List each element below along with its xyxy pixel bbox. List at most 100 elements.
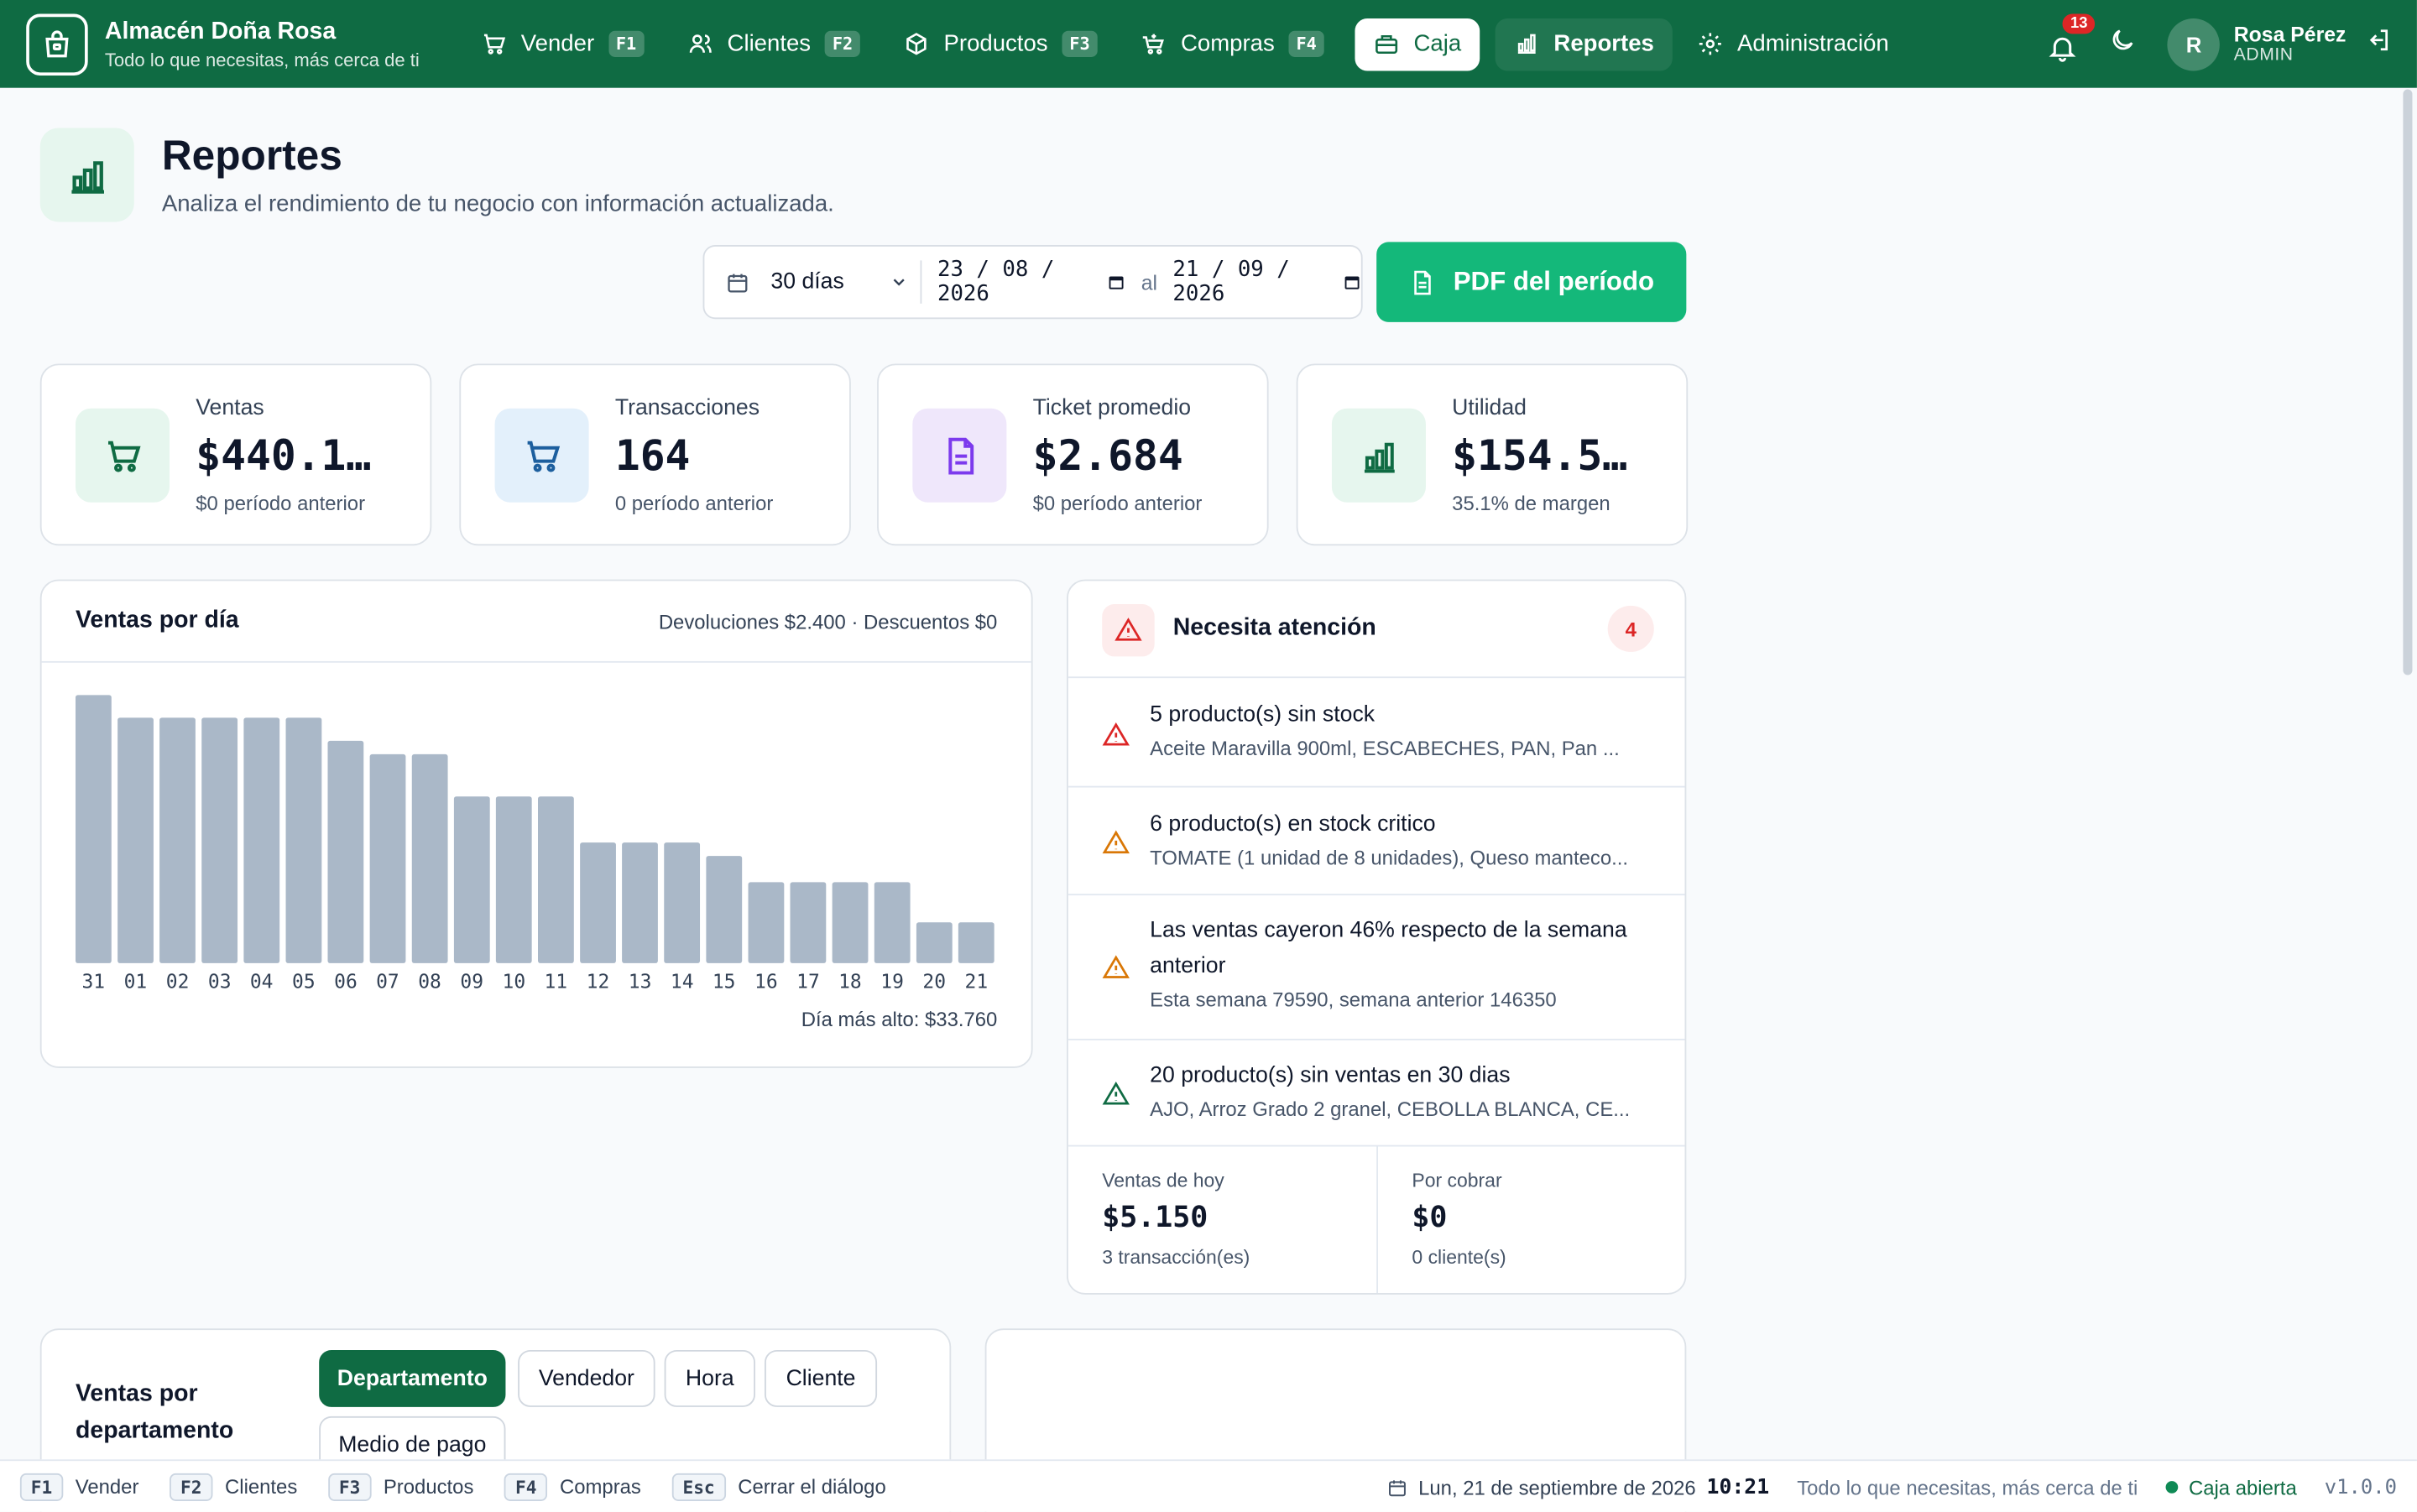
chart-bar[interactable] bbox=[916, 922, 953, 963]
chart-bar[interactable] bbox=[243, 717, 280, 963]
nav-vender[interactable]: Vender F1 bbox=[462, 18, 662, 70]
box-icon bbox=[906, 33, 927, 55]
chart-bar[interactable] bbox=[495, 796, 532, 963]
attention-title: Necesita atención bbox=[1172, 614, 1376, 642]
nav-reportes[interactable]: Reportes bbox=[1495, 18, 1673, 70]
pdf-export-label: PDF del período bbox=[1453, 266, 1655, 296]
cart-icon bbox=[75, 408, 170, 503]
date-to-value: 21 / 09 / 2026 bbox=[1172, 257, 1290, 307]
user-info[interactable]: Rosa Pérez ADMIN bbox=[2234, 23, 2347, 65]
daily-sales-card: Ventas por día Devoluciones $2.400 · Des… bbox=[39, 579, 1033, 1068]
date-to-input[interactable]: 21 / 09 / 2026 bbox=[1172, 258, 1360, 307]
chart-bar[interactable] bbox=[453, 796, 490, 963]
avatar[interactable]: R bbox=[2167, 18, 2221, 70]
chart-bar[interactable] bbox=[538, 796, 574, 963]
chart-bar[interactable] bbox=[369, 753, 406, 963]
chart-tick-label: 15 bbox=[713, 971, 736, 993]
chart-bar[interactable] bbox=[958, 922, 994, 963]
chart-bar[interactable] bbox=[580, 842, 616, 963]
kpi-value: $440.1… bbox=[196, 433, 372, 482]
chart-bar[interactable] bbox=[622, 842, 658, 963]
chart-bar[interactable] bbox=[285, 717, 322, 963]
chart-bar[interactable] bbox=[748, 882, 785, 963]
tab-departamento[interactable]: Departamento bbox=[319, 1349, 506, 1407]
chart-bar[interactable] bbox=[75, 695, 112, 963]
cash-register-icon bbox=[1376, 34, 1398, 55]
nav-caja[interactable]: Caja bbox=[1355, 18, 1480, 70]
chart-footer: Día más alto: $33.760 bbox=[801, 1008, 998, 1031]
status-tagline: Todo lo que necesitas, más cerca de ti bbox=[1797, 1475, 2138, 1499]
attention-item[interactable]: 5 producto(s) sin stock Aceite Maravilla… bbox=[1068, 678, 1685, 788]
chart-tick-label: 20 bbox=[922, 971, 946, 993]
kpi-card-ticket-promedio: Ticket promedio $2.684 $0 período anteri… bbox=[877, 363, 1269, 546]
warning-icon bbox=[1102, 1081, 1130, 1105]
attention-item[interactable]: 20 producto(s) sin ventas en 30 dias AJO… bbox=[1068, 1040, 1685, 1147]
attention-item-title: Las ventas cayeron 46% respecto de la se… bbox=[1150, 918, 1627, 979]
chevron-down-icon[interactable] bbox=[890, 271, 909, 293]
kpi-card-transacciones: Transacciones 164 0 período anterior bbox=[459, 363, 851, 546]
chart-bar[interactable] bbox=[201, 717, 238, 963]
dark-mode-toggle[interactable] bbox=[2109, 26, 2137, 61]
chart-bar[interactable] bbox=[117, 717, 154, 963]
chart-bar[interactable] bbox=[790, 882, 827, 963]
chart-tick-label: 05 bbox=[292, 971, 316, 993]
nav-compras[interactable]: Compras F4 bbox=[1122, 18, 1343, 70]
attention-item-detail: Aceite Maravilla 900ml, ESCABECHES, PAN,… bbox=[1150, 736, 1620, 760]
app-version: v1.0.0 bbox=[2324, 1475, 2398, 1499]
chart-tick-label: 04 bbox=[250, 971, 274, 993]
range-select[interactable]: 30 días bbox=[770, 269, 880, 294]
scrollbar[interactable] bbox=[2403, 89, 2413, 675]
attention-summary: Ventas de hoy $5.150 3 transacción(es) P… bbox=[1068, 1146, 1685, 1293]
nav-label: Compras bbox=[1180, 30, 1275, 57]
attention-item-title: 5 producto(s) sin stock bbox=[1150, 702, 1376, 727]
tab-vendedor[interactable]: Vendedor bbox=[518, 1349, 655, 1407]
tab-cliente[interactable]: Cliente bbox=[765, 1349, 878, 1407]
calendar-icon bbox=[1344, 276, 1359, 289]
shortcut-key: F1 bbox=[19, 1472, 64, 1501]
chart-bar[interactable] bbox=[327, 740, 364, 963]
chart-tick-label: 07 bbox=[376, 971, 399, 993]
tab-hora[interactable]: Hora bbox=[664, 1349, 755, 1407]
kpi-value: 164 bbox=[614, 433, 691, 482]
chart-bar[interactable] bbox=[664, 842, 701, 963]
bar-chart-icon bbox=[1331, 408, 1426, 503]
chart-bar[interactable] bbox=[832, 882, 869, 963]
nav-administracion[interactable]: Administración bbox=[1678, 18, 1908, 70]
today-sales-label: Ventas de hoy bbox=[1102, 1170, 1224, 1191]
chart-bar[interactable] bbox=[411, 753, 448, 963]
logout-icon bbox=[2369, 29, 2388, 51]
nav-productos[interactable]: Productos F3 bbox=[885, 18, 1116, 70]
pdf-export-button[interactable]: PDF del período bbox=[1376, 242, 1687, 322]
calendar-icon bbox=[1389, 1479, 1407, 1496]
warning-icon bbox=[1102, 603, 1155, 657]
nav-clientes[interactable]: Clientes F2 bbox=[669, 18, 880, 70]
shortcut-key: Esc bbox=[671, 1472, 726, 1501]
kpi-sub: 35.1% de margen bbox=[1452, 491, 1610, 515]
date-from-input[interactable]: 23 / 08 / 2026 bbox=[937, 258, 1125, 307]
chart-tick-label: 18 bbox=[838, 971, 862, 993]
logout-button[interactable] bbox=[2364, 26, 2392, 61]
chart-bar[interactable] bbox=[874, 882, 911, 963]
chart-bar[interactable] bbox=[706, 856, 743, 963]
chart-tick-label: 13 bbox=[629, 971, 652, 993]
document-icon bbox=[912, 408, 1007, 503]
attention-item[interactable]: Las ventas cayeron 46% respecto de la se… bbox=[1068, 895, 1685, 1040]
chart-tick-label: 16 bbox=[754, 971, 778, 993]
user-role: ADMIN bbox=[2233, 46, 2294, 65]
brand[interactable]: Almacén Doña Rosa Todo lo que necesitas,… bbox=[26, 13, 462, 76]
users-icon bbox=[689, 34, 712, 53]
chart-tick-label: 14 bbox=[671, 971, 694, 993]
kpi-sub: $0 período anterior bbox=[196, 491, 366, 515]
receivable-value: $0 bbox=[1412, 1200, 1448, 1235]
basket-icon bbox=[1142, 34, 1165, 55]
chart-bar[interactable] bbox=[159, 717, 196, 963]
notifications-button[interactable]: 13 bbox=[2048, 11, 2097, 62]
kpi-sub: 0 período anterior bbox=[614, 491, 774, 515]
status-bar: F1 Vender F2 Clientes F3 Productos F4 Co… bbox=[0, 1459, 2417, 1512]
date-from-value: 23 / 08 / 2026 bbox=[937, 257, 1055, 307]
attention-item[interactable]: 6 producto(s) en stock critico TOMATE (1… bbox=[1068, 788, 1685, 896]
warning-icon bbox=[1102, 830, 1130, 854]
shortcut-key: F4 bbox=[504, 1472, 548, 1501]
warning-icon bbox=[1102, 955, 1130, 978]
attention-header: Necesita atención 4 bbox=[1068, 581, 1685, 679]
